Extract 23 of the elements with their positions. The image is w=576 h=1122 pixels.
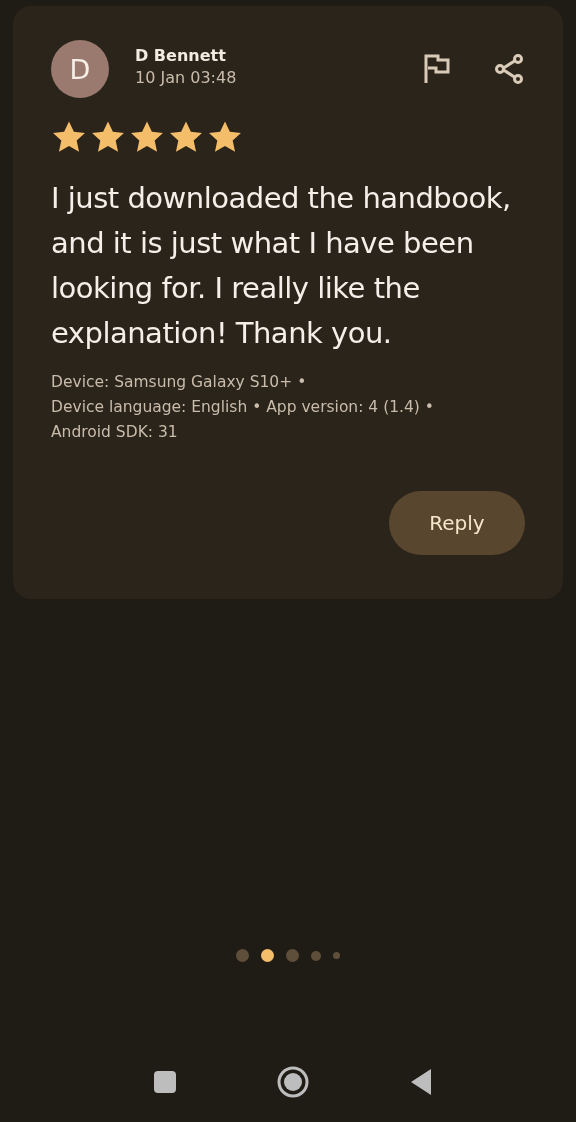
page-dot[interactable] (333, 952, 340, 959)
star-icon (207, 120, 243, 154)
review-date: 10 Jan 03:48 (135, 67, 238, 87)
device-info: Device: Samsung Galaxy S10+ • (51, 372, 308, 393)
author-name: D Bennett (135, 45, 227, 65)
star-icon (168, 120, 204, 154)
avatar: D (51, 40, 109, 98)
review-text: I just downloaded the handbook, and it is just what I have been looking for. I really like the explanation! Thank you. (51, 180, 512, 352)
device-info: Android SDK: 31 (51, 422, 179, 443)
recents-icon[interactable] (153, 1070, 177, 1094)
page-dot[interactable] (236, 949, 249, 962)
flag-icon[interactable] (423, 53, 451, 85)
reply-button[interactable]: Reply (389, 491, 525, 555)
star-icon (51, 120, 87, 154)
star-icon (90, 120, 126, 154)
device-info: Device language: English • App version: 4 (1.4) • (51, 397, 435, 418)
home-icon[interactable] (277, 1066, 309, 1098)
page-dot[interactable] (261, 949, 274, 962)
page-dot[interactable] (286, 949, 299, 962)
page-dot[interactable] (311, 950, 321, 961)
share-icon[interactable] (493, 53, 525, 85)
star-icon (129, 120, 165, 154)
back-icon[interactable] (409, 1068, 433, 1096)
